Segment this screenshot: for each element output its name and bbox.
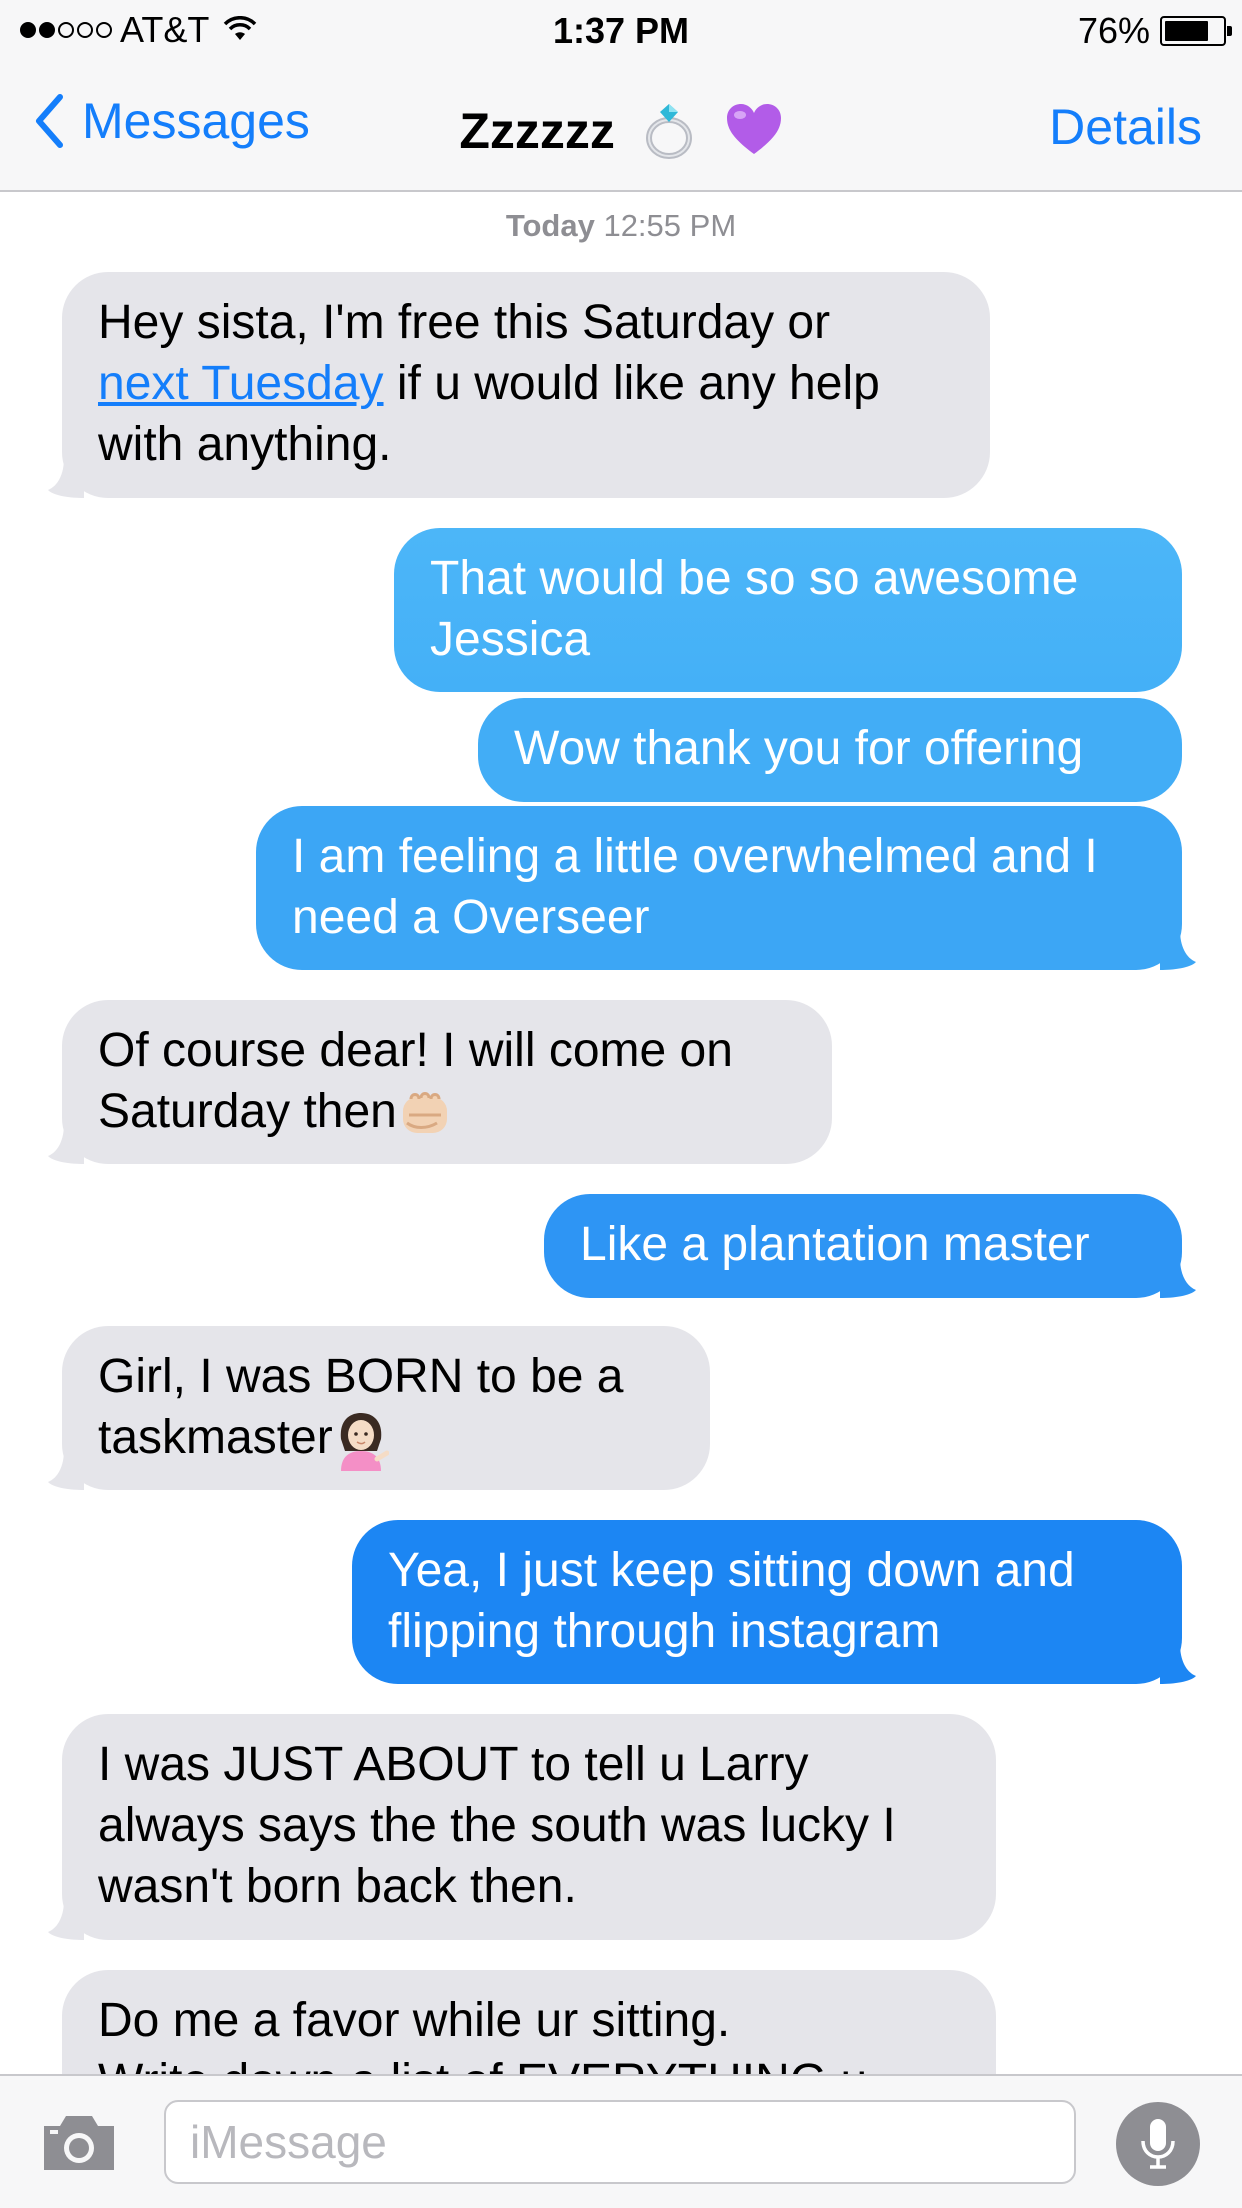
- message-text: Like a plantation master: [580, 1218, 1090, 1271]
- incoming-message-bubble[interactable]: Hey sista, I'm free this Saturday or nex…: [48, 272, 990, 498]
- imessage-input[interactable]: [164, 2100, 1076, 2184]
- conversation-view[interactable]: Today 12:55 PM Hey sista, I'm free this …: [0, 192, 1242, 2074]
- outgoing-message-bubble[interactable]: I am feeling a little overwhelmed and I …: [256, 806, 1196, 970]
- message-text: I was JUST ABOUT to tell u Larry always …: [98, 1738, 896, 1913]
- battery-icon: [1160, 16, 1232, 46]
- message-text: Of course dear! I will come on Saturday …: [98, 1024, 733, 1139]
- timestamp-day: Today: [505, 208, 595, 243]
- date-link[interactable]: next Tuesday: [98, 357, 384, 410]
- message-line: next Tuesday if u would like any help: [98, 357, 880, 410]
- message-text: That would be so so awesome Jessica: [430, 552, 1079, 666]
- status-right: 76%: [1077, 10, 1232, 52]
- nav-bar: Messages Zzzzzz Details: [0, 62, 1242, 192]
- outgoing-message-bubble[interactable]: Yea, I just keep sitting down and flippi…: [352, 1520, 1196, 1684]
- outgoing-message-bubble[interactable]: Wow thank you for offering: [478, 698, 1182, 802]
- message-line: Do me a favor while ur sitting.: [98, 1994, 731, 2047]
- battery-percent: 76%: [1077, 10, 1150, 51]
- bubble-tail: [1160, 930, 1196, 970]
- bubble-tail: [48, 458, 84, 498]
- message-text: Girl, I was BORN to be a taskmaster: [98, 1346, 674, 1472]
- bubble-tail: [48, 1900, 84, 1940]
- information-desk-person-emoji: [333, 1409, 390, 1472]
- message-input-bar: [0, 2074, 1242, 2208]
- incoming-message-bubble[interactable]: Of course dear! I will come on Saturday …: [48, 1000, 832, 1164]
- message-line: Hey sista, I'm free this Saturday or: [98, 296, 831, 349]
- status-bar: AT&T 1:37 PM 76%: [0, 0, 1242, 62]
- bubble-tail: [1160, 1644, 1196, 1684]
- conversation-timestamp: Today 12:55 PM: [0, 208, 1242, 244]
- message-text: I am feeling a little overwhelmed and I …: [292, 830, 1098, 944]
- timestamp-time: 12:55 PM: [603, 208, 737, 243]
- details-button[interactable]: Details: [1049, 98, 1202, 156]
- conversation-title-text: Zzzzzz: [459, 103, 615, 160]
- microphone-icon[interactable]: [1116, 2102, 1200, 2186]
- bubble-tail: [1160, 1258, 1196, 1298]
- outgoing-message-bubble[interactable]: Like a plantation master: [544, 1194, 1196, 1298]
- message-line: Write down a list of EVERYTHING u: [98, 2051, 960, 2074]
- incoming-message-bubble[interactable]: Girl, I was BORN to be a taskmaster: [48, 1326, 710, 1490]
- outgoing-message-bubble[interactable]: That would be so so awesome Jessica: [394, 528, 1182, 692]
- message-line: with anything.: [98, 418, 392, 471]
- message-text: Wow thank you for offering: [514, 722, 1084, 775]
- purple-heart-emoji: [725, 102, 783, 168]
- bubble-tail: [48, 1450, 84, 1490]
- ring-emoji: [643, 98, 697, 172]
- incoming-message-bubble[interactable]: Do me a favor while ur sitting. Write do…: [62, 1970, 996, 2074]
- status-time: 1:37 PM: [552, 10, 690, 51]
- fist-bump-emoji: [397, 1089, 455, 1139]
- battery-level-fill: [1165, 21, 1208, 41]
- bubble-tail: [48, 1124, 84, 1164]
- camera-icon[interactable]: [40, 2112, 118, 2179]
- incoming-message-bubble[interactable]: I was JUST ABOUT to tell u Larry always …: [48, 1714, 996, 1940]
- message-text: Yea, I just keep sitting down and flippi…: [388, 1544, 1075, 1658]
